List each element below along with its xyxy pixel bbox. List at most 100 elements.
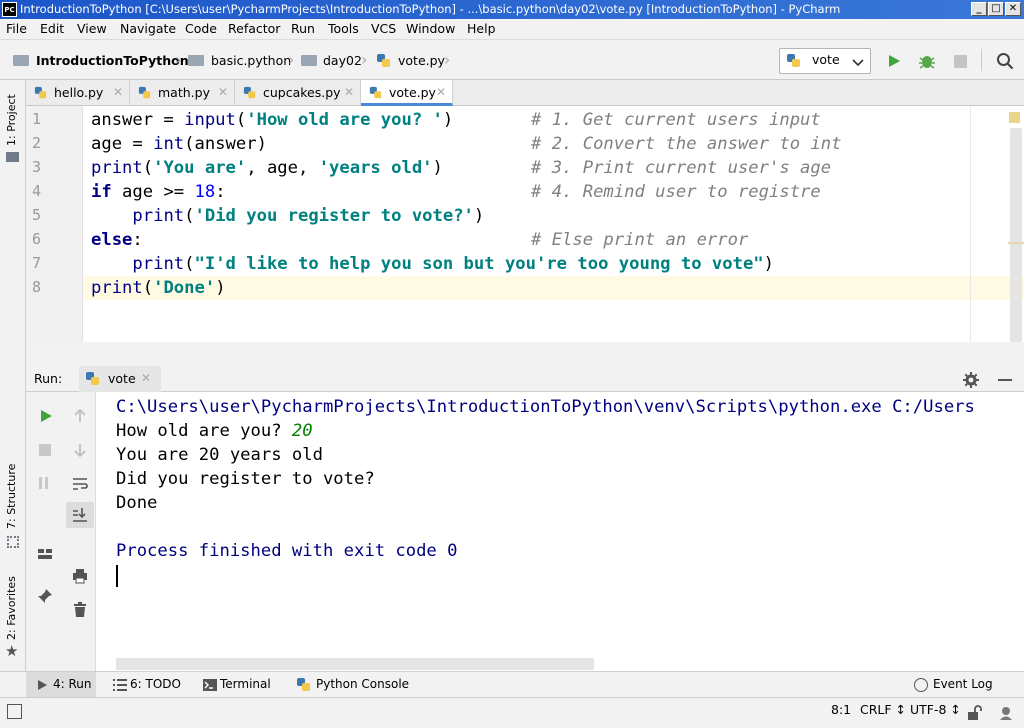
code-line: print('You are', age, 'years old') — [91, 158, 443, 178]
close-tab-icon[interactable]: ✕ — [113, 80, 123, 105]
run-icon[interactable] — [886, 53, 902, 69]
code-line: print('Done') — [91, 278, 226, 298]
stop-icon[interactable] — [954, 55, 967, 68]
layout-icon[interactable] — [37, 546, 53, 562]
structure-icon — [7, 536, 19, 548]
inspector-icon[interactable] — [998, 705, 1014, 721]
run-tool-label: 4: Run — [53, 677, 92, 691]
run-toolbar — [26, 392, 96, 671]
star-icon: ★ — [5, 642, 19, 660]
lock-icon[interactable] — [966, 705, 982, 721]
run-tab-vote[interactable]: vote ✕ — [79, 366, 161, 392]
menu-file[interactable]: File — [6, 21, 27, 36]
inspection-status-icon[interactable] — [1009, 112, 1020, 123]
todo-tool-tab[interactable]: 6: TODO — [130, 677, 181, 691]
editor-scrollbar[interactable] — [1010, 128, 1022, 342]
search-icon[interactable] — [996, 52, 1014, 70]
menu-edit[interactable]: Edit — [40, 21, 64, 36]
folder-icon — [301, 55, 317, 66]
menu-tools[interactable]: Tools — [328, 21, 359, 36]
list-icon — [113, 679, 127, 691]
tab-label: vote.py — [389, 85, 436, 100]
code-comment: # 3. Print current user's age — [531, 158, 832, 178]
minimize-panel-icon[interactable] — [998, 379, 1012, 381]
close-window-button[interactable]: ✕ — [1005, 2, 1021, 16]
debug-icon[interactable] — [918, 52, 936, 70]
python-file-icon — [243, 86, 256, 99]
code-comment: # 4. Remind user to registre — [531, 182, 821, 202]
close-tab-icon[interactable]: ✕ — [344, 80, 354, 105]
tab-math-py[interactable]: math.py ✕ — [130, 80, 235, 106]
run-config-name: vote — [812, 52, 840, 67]
left-tool-strip: 1: Project 7: Structure 2: Favorites ★ — [0, 80, 26, 697]
stop-icon[interactable] — [39, 444, 51, 456]
arrow-up-icon[interactable] — [72, 408, 88, 424]
code-comment: # Else print an error — [531, 230, 749, 250]
close-tab-icon[interactable]: ✕ — [436, 80, 446, 105]
pause-icon-bar — [45, 477, 48, 489]
pin-icon[interactable] — [37, 588, 53, 604]
code-line: print('Did you register to vote?') — [132, 206, 485, 226]
tab-label: hello.py — [54, 85, 104, 100]
tab-cupcakes-py[interactable]: cupcakes.py ✕ — [235, 80, 361, 106]
chevron-down-icon — [852, 59, 864, 67]
toolbar-divider — [981, 49, 982, 71]
pycharm-logo-icon: PC — [2, 2, 17, 17]
breadcrumb-project[interactable]: IntroductionToPython — [36, 53, 189, 68]
breadcrumb-file[interactable]: vote.py — [398, 53, 445, 68]
print-icon[interactable] — [72, 568, 88, 584]
python-file-icon — [369, 86, 382, 99]
python-icon — [86, 372, 99, 385]
maximize-button[interactable]: □ — [988, 2, 1004, 16]
arrow-down-icon[interactable] — [72, 442, 88, 458]
breadcrumb-folder[interactable]: day02 — [323, 53, 362, 68]
breadcrumb-package[interactable]: basic.python — [211, 53, 291, 68]
line-number: 5 — [32, 206, 42, 224]
menu-window[interactable]: Window — [406, 21, 455, 36]
line-number: 1 — [32, 110, 42, 128]
line-number: 3 — [32, 158, 42, 176]
line-separator[interactable]: CRLF ↕ — [860, 702, 906, 717]
close-tab-icon[interactable]: ✕ — [141, 371, 151, 385]
code-editor[interactable]: 1 2 3 4 5 6 7 8 answer = input('How old … — [26, 106, 1024, 342]
right-margin-guide — [970, 106, 971, 342]
menu-navigate[interactable]: Navigate — [120, 21, 176, 36]
terminal-tool-tab[interactable]: Terminal — [220, 677, 271, 691]
minimize-button[interactable]: _ — [971, 2, 987, 16]
gear-icon[interactable] — [963, 372, 979, 388]
event-log-tool-tab[interactable]: Event Log — [933, 677, 993, 691]
trash-icon[interactable] — [72, 602, 88, 618]
close-tab-icon[interactable]: ✕ — [218, 80, 228, 105]
tool-windows-toggle-icon[interactable] — [7, 704, 22, 719]
pause-icon[interactable] — [39, 477, 42, 489]
menu-help[interactable]: Help — [467, 21, 496, 36]
scroll-to-end-toggle[interactable] — [66, 502, 94, 528]
menu-view[interactable]: View — [77, 21, 107, 36]
code-line: answer = input('How old are you? ') — [91, 110, 454, 130]
file-encoding[interactable]: UTF-8 ↕ — [910, 702, 961, 717]
run-configuration-select[interactable]: vote — [779, 48, 871, 74]
console-output-area[interactable] — [116, 392, 1024, 671]
menu-vcs[interactable]: VCS — [371, 21, 396, 36]
tab-hello-py[interactable]: hello.py ✕ — [26, 80, 130, 106]
structure-tool-tab[interactable]: 7: Structure — [5, 464, 18, 529]
caret-position[interactable]: 8:1 — [831, 702, 851, 717]
tab-vote-py[interactable]: vote.py ✕ — [361, 80, 453, 106]
terminal-icon — [203, 679, 217, 691]
run-tab-label: vote — [108, 371, 136, 386]
run-panel: Run: vote ✕ C:\Users\user\PycharmProject… — [26, 366, 1024, 671]
folder-icon — [188, 55, 204, 66]
rerun-icon[interactable] — [38, 408, 54, 424]
code-line: age = int(answer) — [91, 134, 267, 154]
menu-refactor[interactable]: Refactor — [228, 21, 280, 36]
favorites-tool-tab[interactable]: 2: Favorites — [5, 576, 18, 640]
tool-window-bar: 4: Run 6: TODO Terminal Python Console E… — [0, 671, 1024, 697]
soft-wrap-icon[interactable] — [72, 476, 88, 492]
menu-code[interactable]: Code — [185, 21, 217, 36]
code-comment: # 1. Get current users input — [531, 110, 821, 130]
menu-run[interactable]: Run — [291, 21, 315, 36]
python-console-tool-tab[interactable]: Python Console — [316, 677, 409, 691]
project-tool-tab[interactable]: 1: Project — [5, 94, 18, 146]
line-number: 2 — [32, 134, 42, 152]
run-tool-tab[interactable]: 4: Run — [26, 672, 96, 697]
